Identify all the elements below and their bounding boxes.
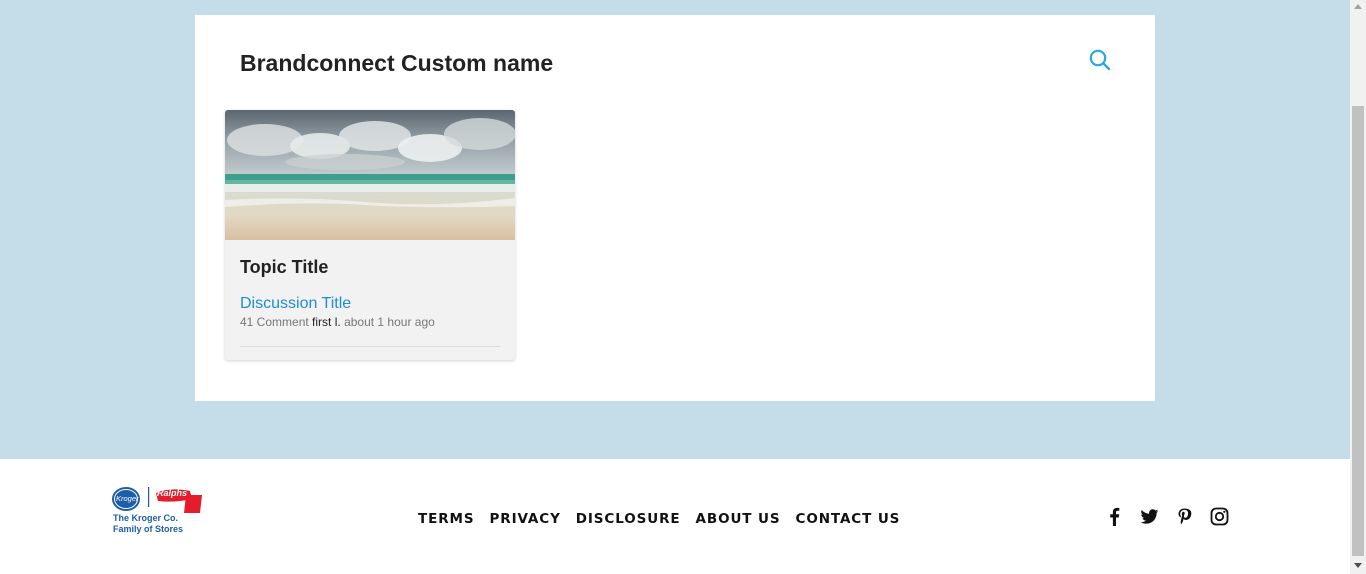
social-links (1104, 506, 1230, 527)
scroll-up-arrow-icon[interactable] (1354, 4, 1362, 9)
beach-photo (225, 110, 515, 240)
footer-link-disclosure[interactable]: DISCLOSURE (576, 511, 681, 527)
search-icon[interactable] (1088, 48, 1112, 72)
scroll-thumb[interactable] (1352, 106, 1364, 556)
instagram-icon[interactable] (1209, 506, 1230, 527)
logo-caption: The Kroger Co. Family of Stores (113, 513, 213, 535)
page: Brandconnect Custom name Topic Title Dis… (0, 0, 1350, 574)
footer-link-privacy[interactable]: PRIVACY (489, 511, 560, 527)
post-time: about 1 hour ago (344, 315, 435, 329)
logo-caption-line1: The Kroger Co. (113, 513, 179, 523)
topic-card[interactable]: Topic Title Discussion Title 41 Comment … (225, 110, 515, 360)
discussion-title-link[interactable]: Discussion Title (240, 295, 351, 313)
topic-title: Topic Title (240, 257, 329, 277)
author-name[interactable]: first l. (312, 315, 341, 329)
scroll-down-arrow-icon[interactable] (1354, 563, 1362, 568)
footer-link-about-us[interactable]: ABOUT US (696, 511, 781, 527)
content-panel: Brandconnect Custom name Topic Title Dis… (195, 15, 1155, 401)
comment-count: 41 Comment (240, 315, 309, 329)
pinterest-icon[interactable] (1174, 506, 1195, 527)
vertical-scrollbar[interactable] (1350, 0, 1366, 574)
twitter-icon[interactable] (1139, 506, 1160, 527)
page-title: Brandconnect Custom name (240, 50, 554, 76)
footer-link-contact-us[interactable]: CONTACT US (796, 511, 901, 527)
facebook-icon[interactable] (1104, 506, 1125, 527)
kroger-circle-text: Kroger (116, 494, 139, 503)
footer-nav: TERMS PRIVACY DISCLOSURE ABOUT US CONTAC… (418, 511, 900, 527)
ralphs-logo-text: Ralphs (157, 488, 188, 498)
footer-link-terms[interactable]: TERMS (418, 511, 474, 527)
footer: Kroger Ralphs The Kroger Co. Family of S… (0, 459, 1350, 574)
discussion-meta: 41 Comment first l. about 1 hour ago (240, 315, 435, 329)
card-divider (240, 346, 500, 347)
kroger-family-logo[interactable]: Kroger Ralphs The Kroger Co. Family of S… (110, 483, 210, 539)
logo-caption-line2: Family of Stores (113, 524, 184, 534)
